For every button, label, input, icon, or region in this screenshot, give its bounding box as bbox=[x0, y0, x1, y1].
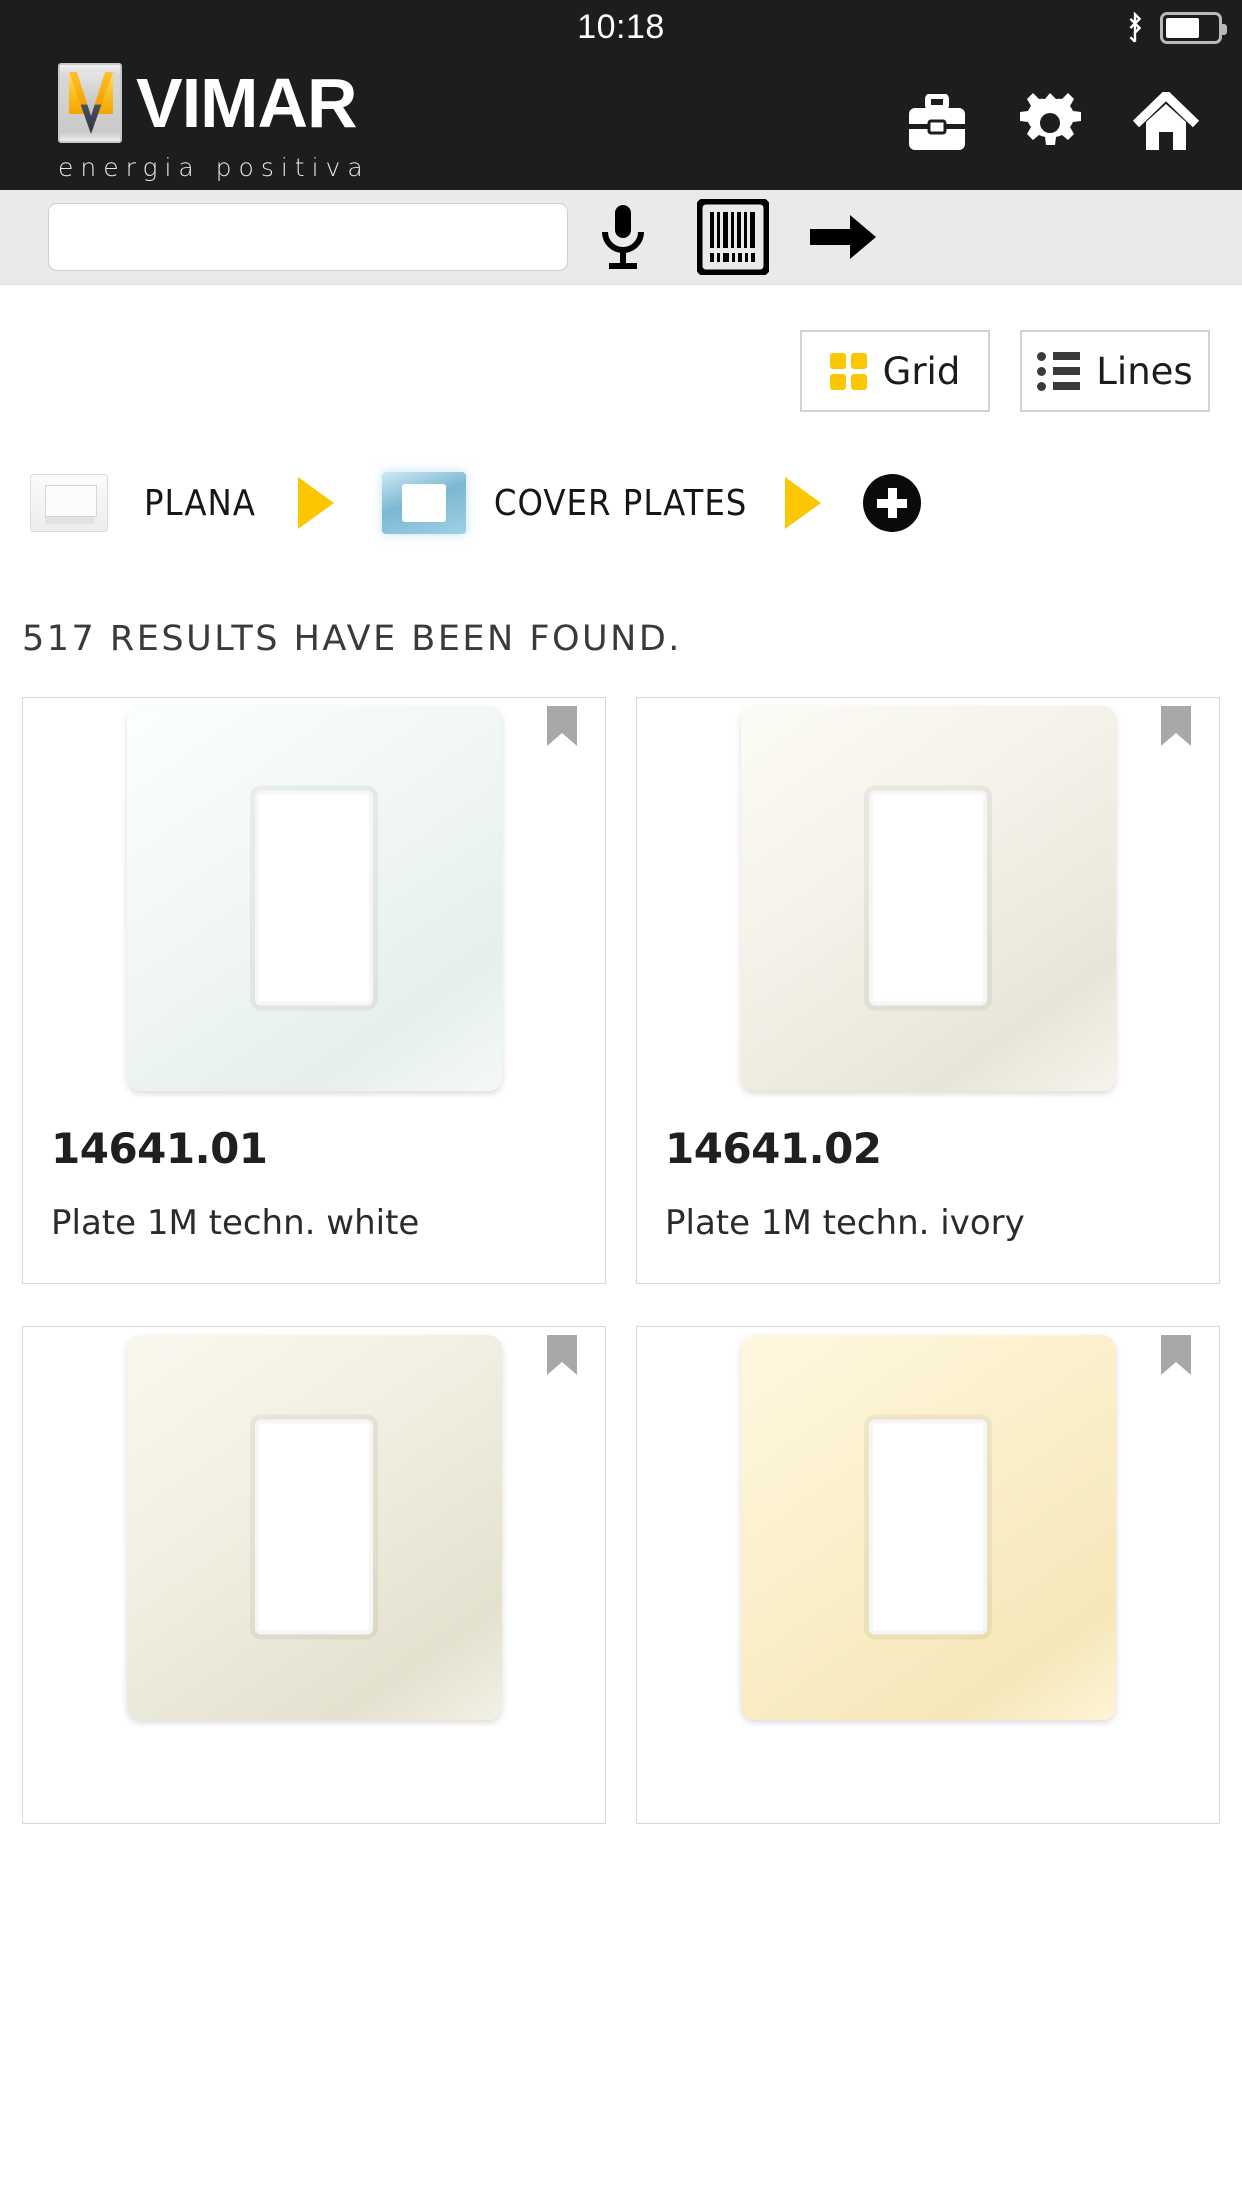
breadcrumb-arrow-1-icon[interactable] bbox=[297, 477, 334, 529]
briefcase-icon[interactable] bbox=[906, 93, 968, 152]
brand-logo[interactable]: VIMAR energia positiva bbox=[58, 63, 370, 182]
status-indicators bbox=[1124, 0, 1227, 55]
bookmark-icon[interactable] bbox=[545, 704, 579, 748]
plus-circle-icon[interactable] bbox=[863, 474, 922, 532]
product-card[interactable] bbox=[22, 1326, 606, 1824]
product-description: Plate 1M techn. ivory bbox=[665, 1203, 1025, 1243]
list-icon bbox=[1037, 351, 1081, 391]
vimar-logo-icon bbox=[58, 63, 122, 143]
product-code bbox=[23, 1727, 605, 1753]
status-bar: 10:18 bbox=[0, 0, 1242, 55]
arrow-right-icon[interactable] bbox=[788, 209, 898, 265]
brand-tagline: energia positiva bbox=[58, 153, 370, 182]
bluetooth-icon bbox=[1129, 11, 1142, 43]
brand-name: VIMAR bbox=[136, 63, 358, 142]
plate-graphic bbox=[126, 1334, 502, 1720]
product-code bbox=[637, 1727, 1219, 1753]
app-header: VIMAR energia positiva bbox=[0, 55, 1242, 190]
product-code: 14641.02 bbox=[665, 1124, 882, 1173]
battery-fill bbox=[1166, 17, 1199, 38]
view-toggle-grid-button[interactable]: Grid bbox=[800, 330, 990, 412]
bookmark-icon[interactable] bbox=[545, 1333, 579, 1377]
search-bar bbox=[0, 190, 1242, 285]
product-grid bbox=[0, 1284, 1242, 1824]
microphone-icon[interactable] bbox=[568, 202, 678, 272]
breadcrumb-thumb-plana[interactable] bbox=[30, 474, 108, 532]
grid-icon bbox=[829, 352, 867, 390]
plate-graphic bbox=[126, 705, 502, 1091]
header-actions bbox=[906, 91, 1200, 155]
view-toggle-grid-label: Grid bbox=[882, 349, 961, 393]
product-card[interactable] bbox=[636, 1326, 1220, 1824]
product-description: Plate 1M techn. white bbox=[51, 1203, 420, 1243]
results-count: 517 RESULTS HAVE BEEN FOUND. bbox=[22, 619, 682, 659]
product-image bbox=[637, 1327, 1219, 1727]
product-image bbox=[23, 698, 605, 1098]
product-description bbox=[637, 1753, 1219, 1823]
barcode-scanner-icon[interactable] bbox=[678, 199, 788, 275]
bookmark-icon[interactable] bbox=[1159, 1333, 1193, 1377]
breadcrumb-arrow-2-icon[interactable] bbox=[785, 477, 822, 529]
breadcrumb-thumb-cover-plates[interactable] bbox=[381, 472, 466, 534]
view-toggle-lines-label: Lines bbox=[1096, 349, 1193, 393]
search-input[interactable] bbox=[48, 203, 568, 271]
plate-graphic bbox=[740, 1334, 1116, 1720]
product-image bbox=[637, 698, 1219, 1098]
product-image bbox=[23, 1327, 605, 1727]
breadcrumb: PLANA COVER PLATES bbox=[0, 412, 1242, 534]
view-toggle-lines-button[interactable]: Lines bbox=[1020, 330, 1210, 412]
plate-graphic bbox=[740, 705, 1116, 1091]
product-code: 14641.01 bbox=[51, 1124, 268, 1173]
status-time: 10:18 bbox=[577, 8, 665, 46]
product-card[interactable]: 14641.02 Plate 1M techn. ivory bbox=[636, 697, 1220, 1284]
gear-icon[interactable] bbox=[1018, 91, 1082, 155]
breadcrumb-item-plana[interactable]: PLANA bbox=[144, 483, 256, 524]
breadcrumb-item-cover-plates[interactable]: COVER PLATES bbox=[494, 483, 747, 524]
bookmark-icon[interactable] bbox=[1159, 704, 1193, 748]
home-icon[interactable] bbox=[1132, 91, 1200, 154]
product-card[interactable]: 14641.01 Plate 1M techn. white bbox=[22, 697, 606, 1284]
battery-icon bbox=[1160, 11, 1227, 44]
product-description bbox=[23, 1753, 605, 1823]
product-grid: 14641.01 Plate 1M techn. white 14641.02 … bbox=[0, 659, 1242, 1284]
view-toggle: Grid Lines bbox=[0, 285, 1242, 412]
